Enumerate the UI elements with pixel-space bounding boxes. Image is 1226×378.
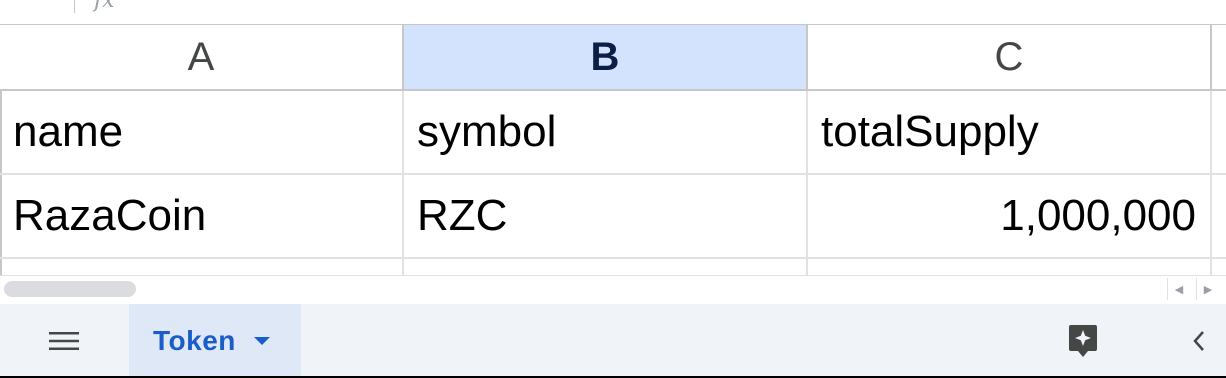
cell-a3[interactable]: [0, 259, 404, 275]
cell-b2[interactable]: RZC: [404, 175, 808, 259]
cell-d1[interactable]: [1212, 91, 1226, 175]
sheet-tab-label: Token: [153, 325, 236, 356]
column-header-b[interactable]: B: [404, 25, 808, 91]
formula-bar-divider: [74, 0, 75, 13]
hamburger-menu-icon[interactable]: [44, 324, 84, 358]
cell-d2[interactable]: [1212, 175, 1226, 259]
column-header-a[interactable]: A: [0, 25, 404, 91]
column-header-c[interactable]: C: [808, 25, 1212, 91]
scroll-right-icon[interactable]: ▶: [1196, 278, 1219, 300]
scrollbar-thumb[interactable]: [4, 281, 136, 297]
cell-a2[interactable]: RazaCoin: [0, 175, 404, 259]
caret-down-icon[interactable]: [253, 337, 270, 345]
sheet-tab-bar: Token: [0, 304, 1226, 378]
cell-b3[interactable]: [404, 259, 808, 275]
column-header-d[interactable]: [1212, 25, 1226, 91]
cell-b1[interactable]: symbol: [404, 91, 808, 175]
spreadsheet-grid: A B C name symbol totalSupply RazaCoin R…: [0, 25, 1226, 275]
cell-c2[interactable]: 1,000,000: [808, 175, 1212, 259]
formula-bar: fx: [0, 0, 1226, 25]
fx-icon: fx: [94, 0, 115, 13]
cell-a1[interactable]: name: [0, 91, 404, 175]
scroll-left-icon[interactable]: ◀: [1167, 278, 1190, 300]
horizontal-scrollbar[interactable]: ◀ ▶: [0, 275, 1226, 305]
cell-c1[interactable]: totalSupply: [808, 91, 1212, 175]
cell-c3[interactable]: [808, 259, 1212, 275]
explore-sparkle-icon[interactable]: [1066, 323, 1100, 359]
sheet-tab-token[interactable]: Token: [129, 304, 301, 378]
chevron-left-icon[interactable]: [1184, 326, 1214, 356]
